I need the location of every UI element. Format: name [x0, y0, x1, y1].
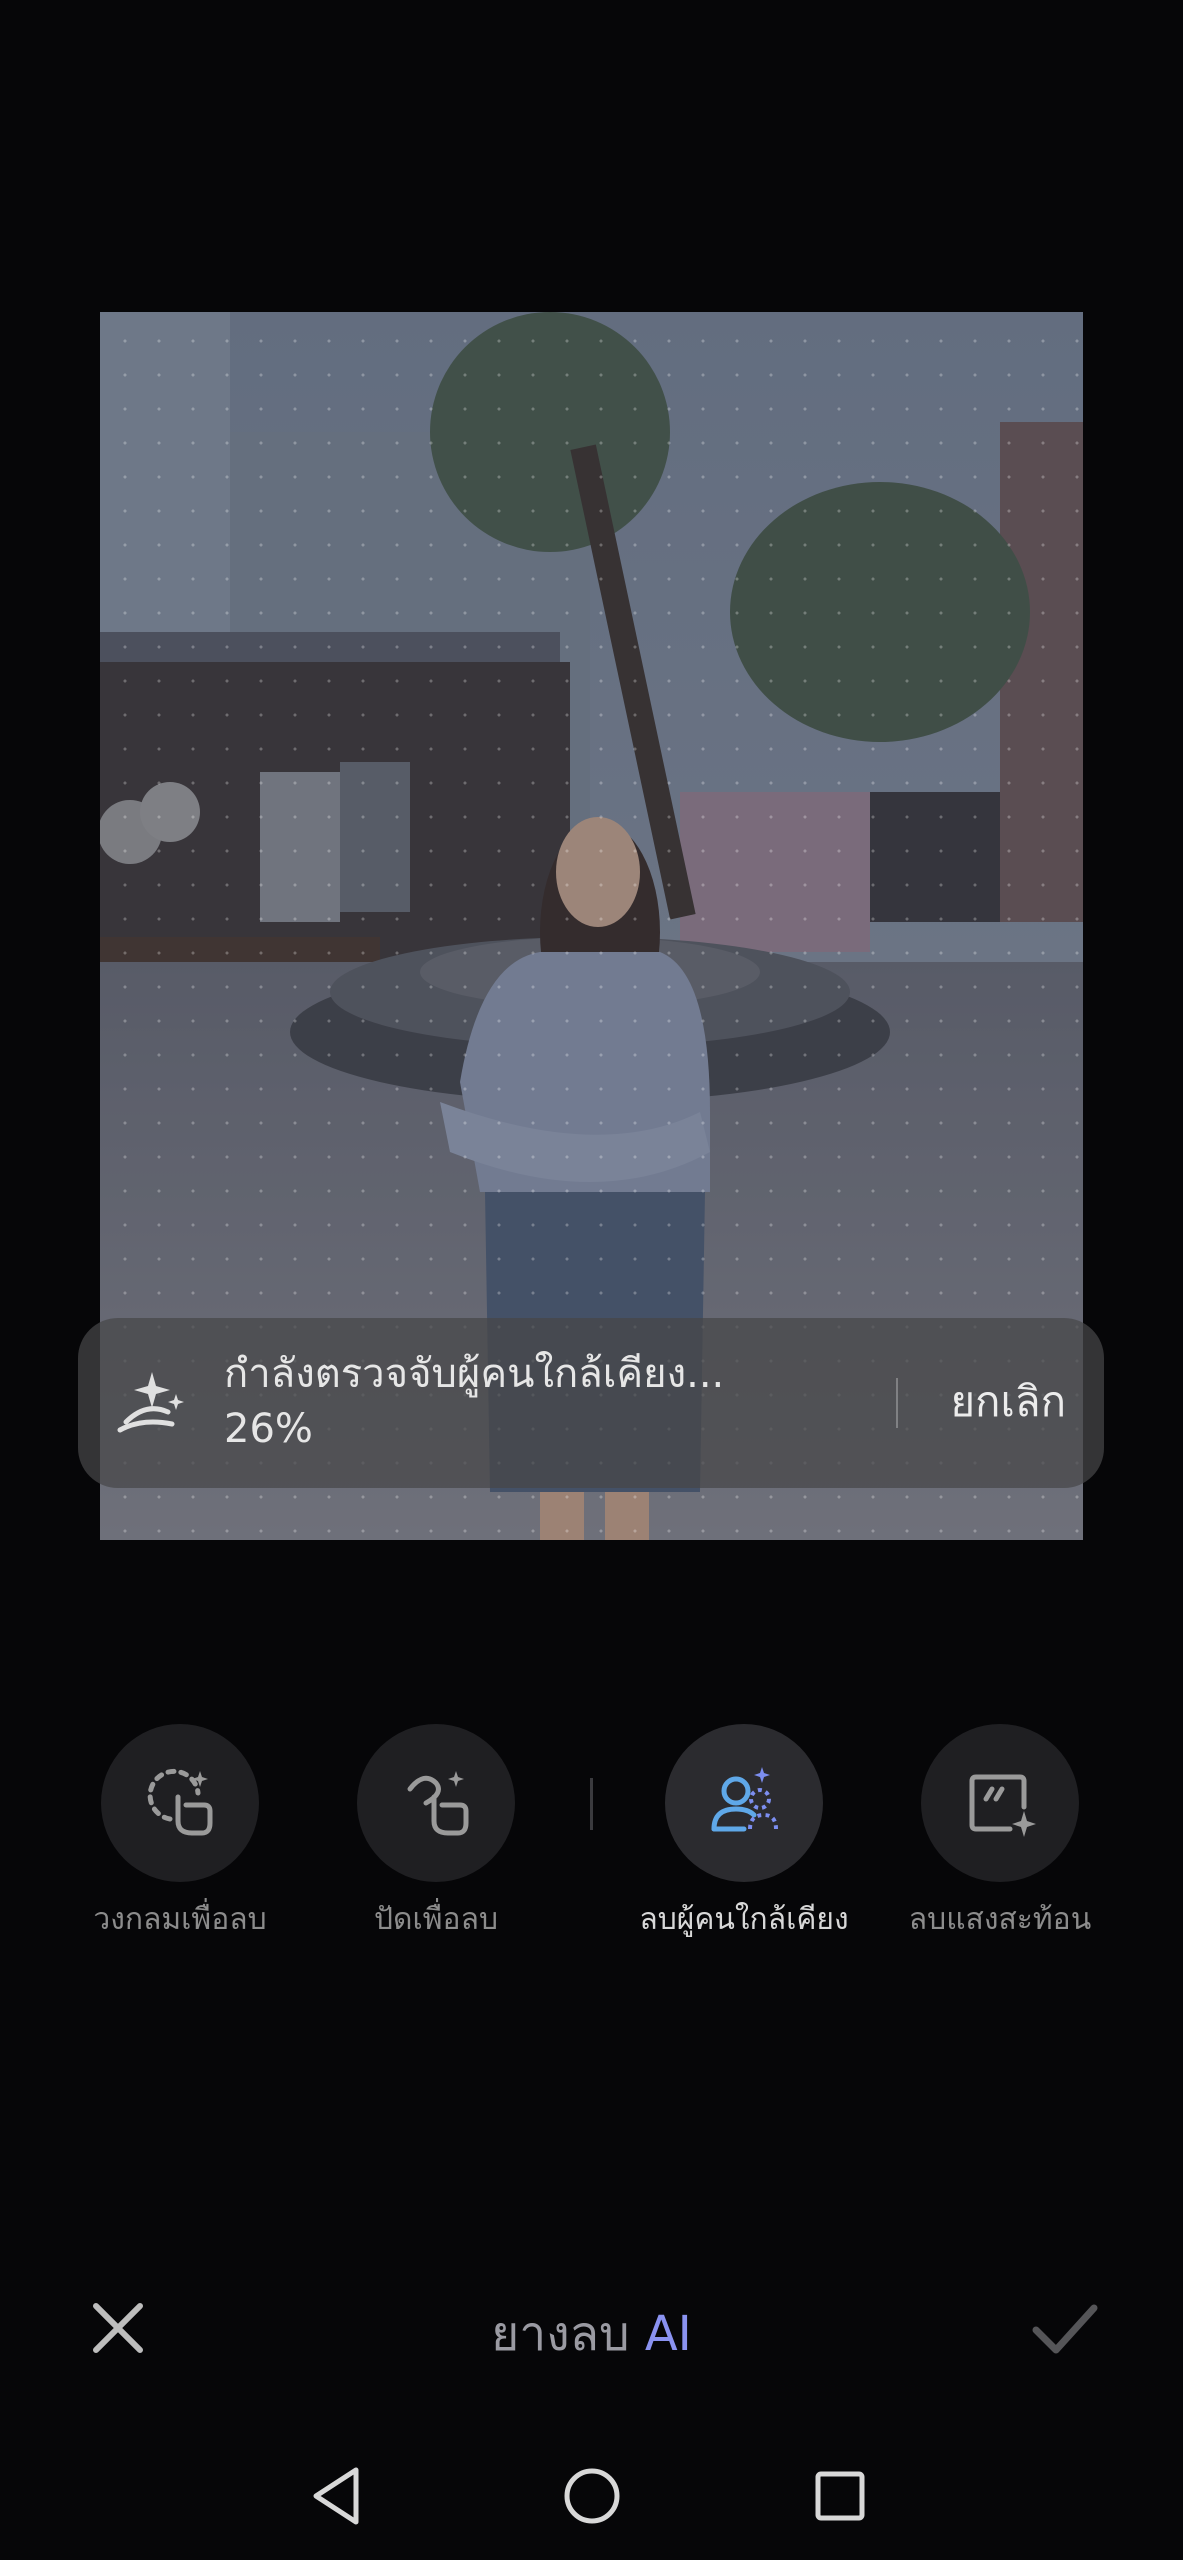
- recents-icon[interactable]: [800, 2456, 880, 2536]
- people-remove-icon: [711, 1767, 778, 1832]
- tool-brush-to-erase[interactable]: ปัดเพื่อลบ: [326, 1724, 546, 1943]
- tool-remove-reflection[interactable]: ลบแสงสะท้อน: [890, 1724, 1110, 1943]
- home-icon[interactable]: [552, 2456, 632, 2536]
- tool-circle-to-erase[interactable]: วงกลมเพื่อลบ: [70, 1724, 290, 1943]
- title-thai: ยางลบ: [491, 2306, 630, 2362]
- detection-status-text: กำลังตรวจจับผู้คนใกล้เคียง...: [224, 1351, 725, 1397]
- tool-remove-reflection-button[interactable]: [921, 1724, 1079, 1882]
- magic-wand-icon: [117, 1372, 184, 1433]
- tool-remove-people[interactable]: ลบผู้คนใกล้เคียง: [634, 1724, 854, 1943]
- tool-circle-button[interactable]: [101, 1724, 259, 1882]
- tool-remove-people-button[interactable]: [665, 1724, 823, 1882]
- screen-title: ยางลบ AI: [0, 2296, 1183, 2372]
- tool-label: ปัดเพื่อลบ: [374, 1902, 498, 1937]
- detection-progress-percent: 26%: [224, 1406, 313, 1452]
- tool-brush-button[interactable]: [357, 1724, 515, 1882]
- back-icon[interactable]: [298, 2456, 378, 2536]
- cancel-button[interactable]: ยกเลิก: [950, 1372, 1066, 1432]
- circle-select-icon: [147, 1768, 213, 1836]
- detection-progress-banner: กำลังตรวจจับผู้คนใกล้เคียง... 26% ยกเลิก: [78, 1318, 1104, 1488]
- tool-label: วงกลมเพื่อลบ: [93, 1902, 267, 1937]
- tool-label: ลบแสงสะท้อน: [908, 1902, 1092, 1937]
- tools-divider: [590, 1778, 593, 1830]
- brush-swipe-icon: [407, 1771, 469, 1836]
- check-icon[interactable]: [1030, 2296, 1100, 2360]
- reflection-remove-icon: [969, 1774, 1036, 1837]
- title-ai: AI: [644, 2306, 692, 2362]
- tool-label: ลบผู้คนใกล้เคียง: [639, 1902, 849, 1937]
- banner-divider: [896, 1378, 898, 1428]
